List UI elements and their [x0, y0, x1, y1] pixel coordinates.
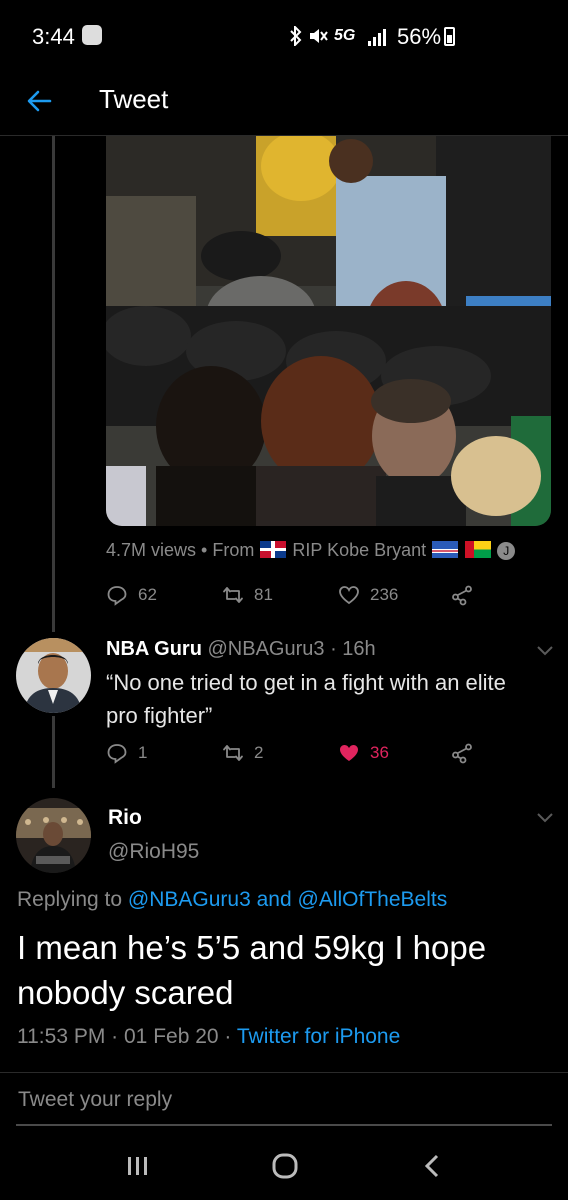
back-arrow-icon[interactable] [24, 86, 54, 116]
tweet-date: 01 Feb 20 [124, 1025, 219, 1048]
video-thumbnail[interactable] [106, 136, 551, 526]
signal-icon [368, 29, 386, 46]
share-button[interactable] [451, 581, 483, 609]
source-badge-icon: J [497, 542, 516, 560]
recent-apps-icon[interactable] [118, 1152, 158, 1180]
reply-author-handle[interactable]: @NBAGuru3 [207, 638, 324, 660]
reply-placeholder: Tweet your reply [18, 1088, 173, 1111]
mute-icon [310, 29, 328, 43]
share-icon [452, 743, 472, 764]
reply-icon [107, 586, 127, 606]
reply-actions: 1 2 36 [106, 739, 526, 767]
flag-icon [432, 541, 459, 558]
network-label: 5G [334, 27, 356, 44]
mention-link[interactable]: @AllOfTheBelts [298, 888, 448, 911]
view-count: 4.7M views [106, 540, 197, 560]
retweet-icon [223, 587, 243, 603]
back-icon[interactable] [413, 1152, 453, 1180]
home-icon[interactable] [265, 1152, 305, 1180]
heart-filled-icon [340, 745, 358, 761]
status-bar: 3:44 5G 56% [0, 0, 568, 70]
reply-input[interactable]: Tweet your reply [16, 1084, 552, 1126]
tweet-meta: 11:53 PM · 01 Feb 20 · Twitter for iPhon… [17, 1025, 401, 1048]
flag-icon [260, 541, 287, 558]
retweet-button[interactable]: 2 [222, 739, 263, 767]
share-icon [452, 585, 472, 606]
divider [0, 1072, 568, 1073]
reply-timestamp: 16h [342, 638, 376, 660]
reply-text: “No one tried to get in a fight with an … [106, 670, 506, 728]
replying-to: Replying to @NBAGuru3 and @AllOfTheBelts [17, 888, 448, 911]
notification-icon [82, 25, 102, 45]
reply-button[interactable]: 62 [106, 581, 157, 609]
reply-author: NBA Guru @NBAGuru3 · 16h [106, 638, 376, 660]
tweet-text: I mean he’s 5’5 and 59kg I hope nobody s… [17, 929, 487, 1011]
share-button[interactable] [451, 739, 483, 767]
author-handle[interactable]: @RioH95 [108, 840, 199, 864]
from-label: From [212, 540, 255, 560]
author-name[interactable]: Rio [108, 806, 142, 830]
system-nav-bar [0, 1130, 568, 1200]
retweet-button[interactable]: 81 [222, 581, 273, 609]
retweet-icon [223, 745, 243, 761]
chevron-down-icon[interactable] [536, 645, 554, 657]
views-row: 4.7M views • From RIP Kobe Bryant J [106, 540, 516, 561]
source-name[interactable]: RIP Kobe Bryant [292, 540, 426, 560]
reply-author-name[interactable]: NBA Guru [106, 638, 202, 660]
battery-percent: 56% [397, 24, 442, 49]
header: Tweet [0, 70, 568, 136]
reply-button[interactable]: 1 [106, 739, 147, 767]
like-button[interactable]: 236 [338, 581, 398, 609]
page-title: Tweet [99, 84, 169, 114]
thread-line [52, 136, 55, 632]
tweet-client[interactable]: Twitter for iPhone [237, 1025, 400, 1048]
bluetooth-icon [290, 26, 302, 46]
tweet-time: 11:53 PM [17, 1025, 106, 1048]
chevron-down-icon[interactable] [536, 812, 554, 824]
mention-link[interactable]: @NBAGuru3 [128, 888, 251, 911]
quoted-actions: 62 81 236 [106, 581, 526, 609]
status-time: 3:44 [32, 24, 75, 49]
battery-icon [444, 27, 455, 46]
heart-icon [339, 586, 359, 605]
avatar[interactable] [16, 638, 91, 713]
reply-icon [107, 744, 127, 764]
like-button[interactable]: 36 [338, 739, 389, 767]
thread-line [52, 716, 55, 788]
flag-icon [465, 541, 492, 558]
avatar[interactable] [16, 798, 91, 873]
